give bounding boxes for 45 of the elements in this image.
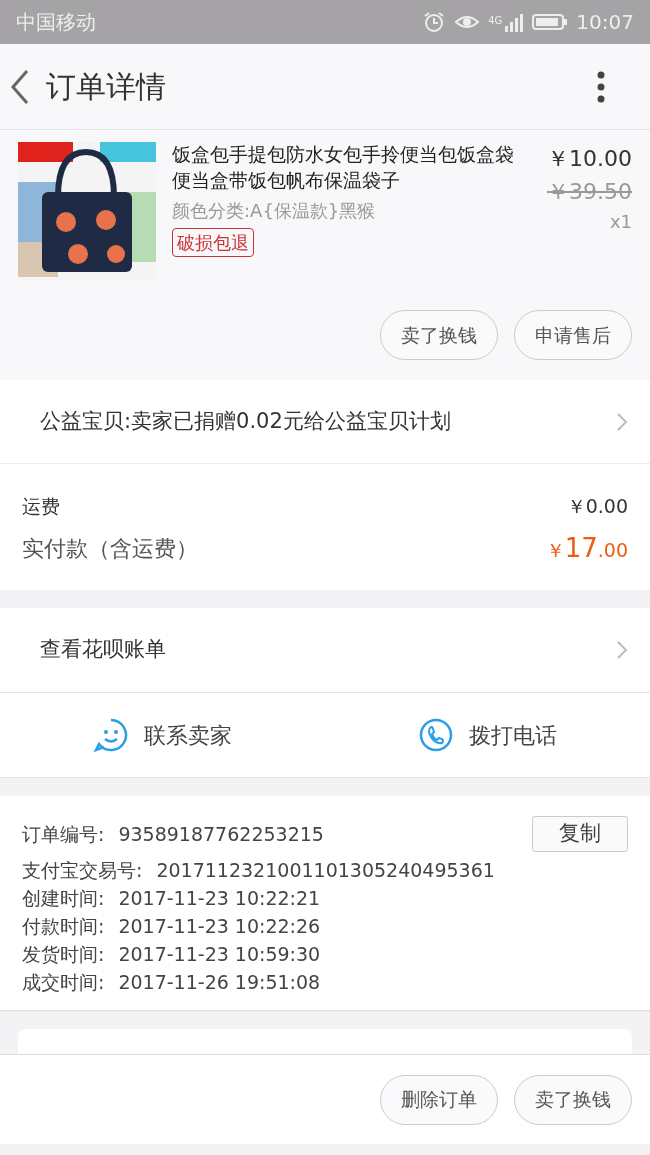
info-value: 93589187762253215: [118, 822, 324, 847]
battery-icon: [532, 12, 569, 32]
action-button[interactable]: 删除订单: [380, 1074, 498, 1125]
copy-button[interactable]: 复制: [532, 816, 628, 852]
contact-button[interactable]: 联系卖家: [0, 705, 325, 765]
charity-row[interactable]: 公益宝贝:卖家已捐赠0.02元给公益宝贝计划: [0, 380, 650, 464]
action-button[interactable]: 卖了换钱: [380, 310, 498, 360]
info-label: 成交时间:: [22, 970, 105, 995]
info-label: 发货时间:: [22, 942, 105, 967]
chevron-right-icon: [616, 640, 628, 660]
total-amount: ￥17.00: [545, 531, 628, 565]
total-label: 实付款（含运费）: [22, 534, 198, 563]
shipping-fee: ￥0.00: [566, 494, 628, 519]
product-title[interactable]: 饭盒包手提包防水女包手拎便当包饭盒袋便当盒带饭包帆布保温袋子: [172, 142, 531, 194]
signal-icon: [504, 12, 525, 32]
carrier-name: 中国移动: [16, 9, 96, 36]
product-price: ￥10.00: [547, 145, 632, 173]
chevron-right-icon: [616, 411, 628, 432]
charity-text: 公益宝贝:卖家已捐赠0.02元给公益宝贝计划: [40, 407, 451, 435]
action-button[interactable]: 卖了换钱: [514, 1074, 632, 1125]
original-price: ￥39.50: [547, 178, 632, 206]
info-value: 2017-11-23 10:22:26: [118, 914, 321, 939]
info-value: 2017-11-23 10:59:30: [118, 942, 321, 967]
page-title: 订单详情: [46, 68, 166, 106]
info-value: 2017-11-26 19:51:08: [118, 970, 321, 995]
more-options-icon[interactable]: [596, 69, 606, 104]
back-icon[interactable]: [10, 68, 30, 105]
info-label: 创建时间:: [22, 886, 105, 911]
action-button[interactable]: 申请售后: [514, 310, 632, 360]
phone-icon: [418, 718, 453, 752]
chat-bubble-icon: [93, 718, 128, 752]
info-label: 支付宝交易号:: [22, 858, 143, 883]
network-label: 4G: [488, 14, 503, 28]
clock-time: 10:07: [576, 9, 634, 36]
return-guarantee-tag: 破损包退: [172, 228, 254, 258]
bill-row[interactable]: 查看花呗账单: [0, 608, 650, 692]
product-variant: 颜色分类:A{保温款}黑猴: [172, 199, 377, 224]
info-label: 付款时间:: [22, 914, 105, 939]
bill-text: 查看花呗账单: [40, 636, 166, 664]
info-value: 2017-11-23 10:22:21: [118, 886, 321, 911]
info-label: 订单编号:: [22, 822, 105, 847]
shipping-label: 运费: [22, 494, 60, 519]
contact-button[interactable]: 拨打电话: [325, 705, 650, 765]
quantity: x1: [608, 210, 632, 234]
info-value: 2017112321001101305240495361: [156, 858, 495, 883]
